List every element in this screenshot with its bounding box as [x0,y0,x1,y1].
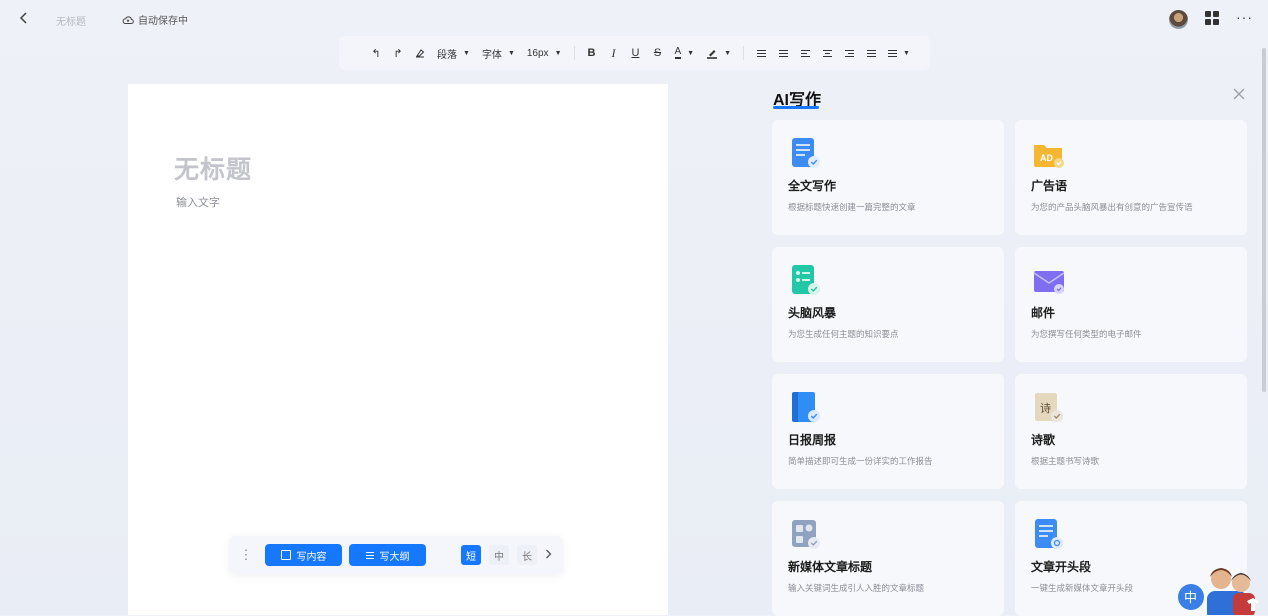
align-justify-icon[interactable] [860,43,882,63]
line-spacing-icon [888,49,898,57]
card-description: 简单描述即可生成一份详实的工作报告 [788,456,933,466]
caret-down-icon: ▼ [687,49,695,57]
card-description: 根据主题书写诗歌 [1031,456,1100,466]
autosave-status: 自动保存中 [122,12,188,27]
highlighter-icon [707,50,718,59]
ai-card-ad-slogan[interactable]: AD 广告语 为您的产品头脑风暴出有创意的广告宣传语 [1015,120,1247,235]
user-avatar[interactable] [1169,10,1188,29]
paragraph-select[interactable]: 段落 ▼ [431,43,476,63]
divider [743,46,745,60]
length-short-option[interactable]: 短 [461,545,481,565]
font-color-label: A [674,46,682,59]
ai-card-daily-weekly-report[interactable]: 日报周报 简单描述即可生成一份详实的工作报告 [772,374,1004,489]
caret-down-icon: ▼ [507,49,515,57]
active-tab-indicator [773,106,819,109]
card-name: 日报周报 [788,433,837,447]
bold-button[interactable]: B [581,43,603,63]
font-size-select-label: 16px [526,47,549,59]
card-description: 为您生成任何主题的知识要点 [788,329,899,339]
top-bar: 无标题 自动保存中 ··· [0,0,1268,38]
write-outline-button[interactable]: 写大纲 [349,544,426,566]
close-icon[interactable] [1231,86,1247,102]
card-name: 广告语 [1031,179,1068,193]
chevron-right-icon[interactable] [545,548,552,562]
ai-card-full-writing[interactable]: 全文写作 根据标题快速创建一篇完整的文章 [772,120,1004,235]
article-intro-icon [1032,518,1066,552]
font-color-select[interactable]: A ▼ [669,43,701,63]
caret-down-icon: ▼ [554,49,562,57]
highlight-color-select[interactable]: ▼ [700,43,737,63]
paragraph-select-label: 段落 [437,49,457,61]
document-title[interactable]: 无标题 [56,13,86,28]
card-description: 为您撰写任何类型的电子邮件 [1031,329,1142,339]
report-book-icon [789,391,823,425]
write-content-label: 写内容 [296,551,327,563]
poem-glyph: 诗 [1040,401,1051,415]
document-write-icon [789,137,823,171]
ai-card-brainstorm[interactable]: 头脑风暴 为您生成任何主题的知识要点 [772,247,1004,362]
line-spacing-select[interactable]: ▼ [882,43,916,63]
card-description: 输入关键词生成引人入胜的文章标题 [788,583,925,593]
underline-button[interactable]: U [625,43,647,63]
card-description: 一键生成新媒体文章开头段 [1031,583,1134,593]
ai-card-poem[interactable]: 诗 诗歌 根据主题书写诗歌 [1015,374,1247,489]
card-name: 诗歌 [1031,433,1056,447]
poem-icon: 诗 [1032,391,1066,425]
font-size-select[interactable]: 16px ▼ [521,43,568,63]
card-description: 为您的产品头脑风暴出有创意的广告宣传语 [1031,202,1193,212]
editor-title-placeholder[interactable]: 无标题 [174,150,252,186]
ad-icon: AD [1032,137,1066,171]
back-chevron-icon[interactable] [16,10,32,26]
document-icon [280,550,291,560]
cloud-icon [122,15,134,24]
clear-format-icon[interactable] [409,43,431,63]
numbered-list-icon[interactable] [772,43,794,63]
panel-scrollbar[interactable] [1262,48,1266,392]
format-toolbar: ↰ ↱ 段落 ▼ 字体 ▼ 16px ▼ B I U S A ▼ ▼ ▼ [339,36,930,70]
write-content-button[interactable]: 写内容 [265,544,342,566]
card-name: 头脑风暴 [788,306,837,320]
brainstorm-icon [789,264,823,298]
italic-button[interactable]: I [603,43,625,63]
apps-grid-icon[interactable] [1205,11,1219,25]
ai-card-media-article-title[interactable]: 新媒体文章标题 输入关键词生成引人入胜的文章标题 [772,501,1004,616]
mascot-badge: 中 [1184,591,1197,606]
card-description: 根据标题快速创建一篇完整的文章 [788,202,916,212]
caret-down-icon: ▼ [724,49,732,57]
more-options-icon[interactable]: ··· [1236,9,1253,25]
font-family-select[interactable]: 字体 ▼ [476,43,521,63]
ai-card-email[interactable]: 邮件 为您撰写任何类型的电子邮件 [1015,247,1247,362]
align-right-icon[interactable] [838,43,860,63]
card-name: 文章开头段 [1031,560,1092,574]
divider [573,46,575,60]
strikethrough-label: S [653,47,662,59]
mail-icon [1032,264,1066,298]
card-name: 新媒体文章标题 [788,560,873,574]
bold-label: B [587,47,596,59]
strikethrough-button[interactable]: S [647,43,669,63]
undo-icon[interactable]: ↰ [365,43,387,63]
assistant-mascot[interactable]: 中 [1177,565,1268,615]
autosave-label: 自动保存中 [138,16,188,27]
align-left-icon[interactable] [794,43,816,63]
svg-text:AD: AD [1040,153,1053,163]
media-title-icon [789,518,823,552]
italic-label: I [611,45,616,60]
font-family-select-label: 字体 [481,49,502,61]
caret-down-icon: ▼ [463,49,470,57]
align-center-icon[interactable] [816,43,838,63]
drag-handle-icon[interactable]: ⋮ [237,548,255,561]
underline-label: U [631,47,640,59]
editor-body-placeholder[interactable]: 输入文字 [176,194,220,210]
redo-icon[interactable]: ↱ [387,43,409,63]
bulleted-list-icon[interactable] [750,43,772,63]
card-name: 邮件 [1031,306,1056,320]
caret-down-icon: ▼ [903,49,910,57]
length-medium-option[interactable]: 中 [489,545,509,565]
card-name: 全文写作 [788,179,837,193]
length-long-option[interactable]: 长 [517,545,537,565]
write-outline-label: 写大纲 [379,551,410,563]
ai-write-bar: ⋮ 写内容 写大纲 短 中 长 [229,536,563,574]
outline-icon [365,551,374,559]
